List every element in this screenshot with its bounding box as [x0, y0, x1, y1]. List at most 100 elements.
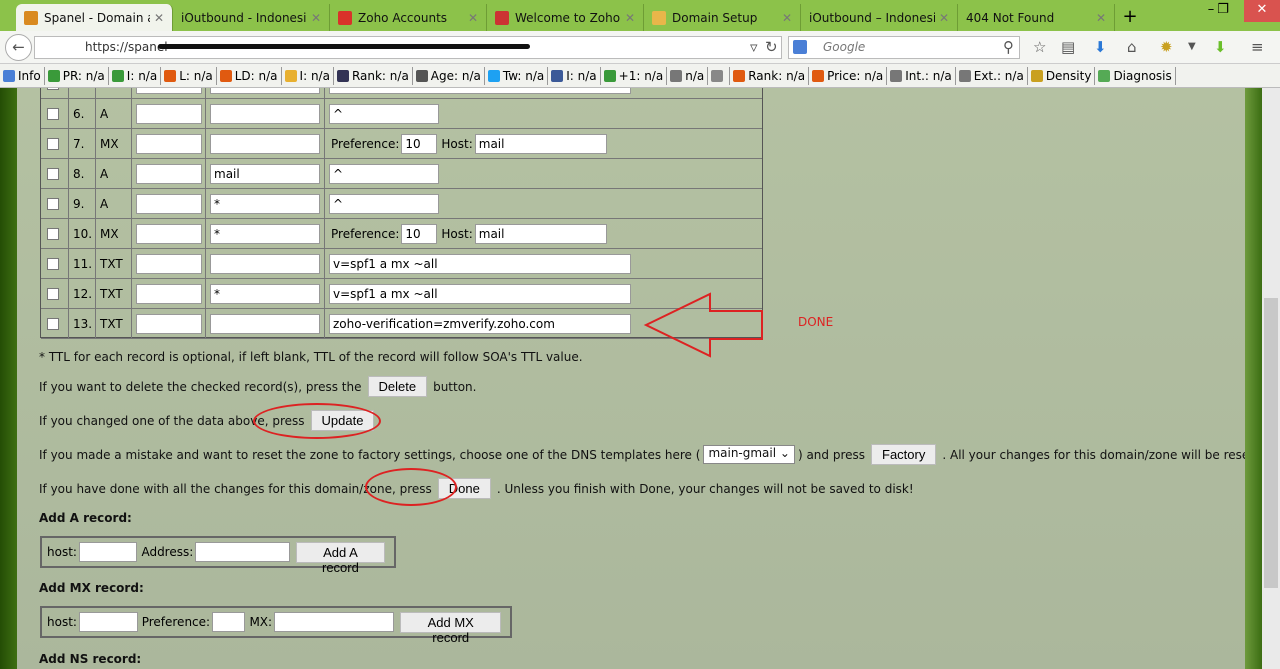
close-tab-icon[interactable]: ✕ — [625, 11, 635, 25]
tab[interactable]: Zoho Accounts ✕ — [330, 4, 487, 31]
seo-toolbar-item[interactable]: Ext.: n/a — [956, 66, 1028, 85]
ttl-input[interactable] — [136, 88, 202, 94]
seo-toolbar-item[interactable] — [708, 66, 731, 85]
record-checkbox[interactable] — [47, 288, 59, 300]
ttl-input[interactable] — [136, 224, 202, 244]
search-icon[interactable]: ⚲ — [1003, 38, 1014, 56]
value-input[interactable]: ^ — [329, 104, 439, 124]
record-checkbox[interactable] — [47, 88, 59, 90]
host-input[interactable]: * — [210, 284, 320, 304]
host-input[interactable] — [210, 314, 320, 334]
add-mx-record-button[interactable]: Add MX record — [400, 611, 501, 645]
a-address-input[interactable] — [195, 542, 290, 562]
home-icon[interactable]: ⌂ — [1127, 38, 1137, 56]
seo-toolbar-item[interactable]: I: n/a — [109, 66, 162, 85]
seo-toolbar-item[interactable]: Rank: n/a — [730, 66, 810, 85]
search-input[interactable]: Google — [788, 36, 1020, 59]
record-checkbox[interactable] — [47, 138, 59, 150]
template-select[interactable]: main-gmail ⌄ — [703, 445, 795, 464]
host-input[interactable]: * — [210, 194, 320, 214]
back-button[interactable]: ← — [5, 34, 32, 61]
ttl-input[interactable] — [136, 104, 202, 124]
seo-toolbar-item[interactable]: Density — [1028, 66, 1096, 85]
value-input[interactable]: v=spf1 a mx ~all — [329, 254, 631, 274]
seo-toolbar-item[interactable]: Age: n/a — [413, 66, 485, 85]
close-tab-icon[interactable]: ✕ — [1096, 11, 1106, 25]
seo-toolbar-item[interactable]: Tw: n/a — [485, 66, 549, 85]
tab[interactable]: Spanel - Domain a... ✕ — [16, 4, 173, 31]
ttl-input[interactable] — [136, 134, 202, 154]
scrollbar[interactable] — [1262, 88, 1280, 669]
factory-button[interactable]: Factory — [871, 444, 937, 465]
seo-item-label: Rank: n/a — [748, 68, 806, 83]
a-host-input[interactable] — [78, 542, 138, 562]
seo-toolbar-item[interactable]: L: n/a — [161, 66, 217, 85]
close-tab-icon[interactable]: ✕ — [782, 11, 792, 25]
tab[interactable]: iOutbound – Indonesia... ✕ — [801, 4, 958, 31]
record-checkbox[interactable] — [47, 318, 59, 330]
record-checkbox[interactable] — [47, 108, 59, 120]
mx-pref-input[interactable] — [212, 612, 246, 632]
new-tab-button[interactable]: + — [1115, 4, 1145, 31]
host-input[interactable] — [210, 134, 320, 154]
mx-host-input[interactable]: mail — [474, 134, 607, 154]
host-input[interactable] — [210, 254, 320, 274]
delete-button[interactable]: Delete — [367, 376, 428, 397]
preference-input[interactable]: 10 — [401, 134, 438, 154]
seo-toolbar-item[interactable]: Price: n/a — [809, 66, 888, 85]
bookmark-star-icon[interactable]: ☆ — [1033, 38, 1046, 56]
reload-icon[interactable]: ↻ — [765, 38, 778, 56]
restore-button[interactable]: ❐ — [1206, 0, 1240, 22]
ttl-input[interactable] — [136, 164, 202, 184]
addon-download-icon[interactable]: ⬇ — [1214, 38, 1227, 56]
ttl-input[interactable] — [136, 284, 202, 304]
gear-icon[interactable]: ✹ — [1160, 38, 1173, 56]
seo-toolbar-item[interactable]: +1: n/a — [601, 66, 668, 85]
seo-toolbar-item[interactable]: I: n/a — [548, 66, 601, 85]
chevron-down-icon[interactable]: ▼ — [1188, 41, 1196, 52]
close-tab-icon[interactable]: ✕ — [311, 11, 321, 25]
mx-host-input[interactable] — [78, 612, 138, 632]
dropdown-icon[interactable]: ▿ — [750, 38, 758, 56]
mx-host-input[interactable]: mail — [474, 224, 607, 244]
value-input[interactable]: zoho-verification=zmverify.zoho.com — [329, 314, 631, 334]
host-input[interactable] — [210, 88, 320, 94]
close-window-button[interactable]: ✕ — [1244, 0, 1280, 22]
record-checkbox[interactable] — [47, 228, 59, 240]
host-input[interactable] — [210, 104, 320, 124]
download-icon[interactable]: ⬇ — [1094, 38, 1107, 56]
scrollbar-thumb[interactable] — [1264, 298, 1278, 588]
record-checkbox[interactable] — [47, 258, 59, 270]
value-input[interactable]: ^ — [329, 194, 439, 214]
preference-input[interactable]: 10 — [401, 224, 438, 244]
value-input[interactable]: ^ — [329, 164, 439, 184]
seo-toolbar-item[interactable]: Int.: n/a — [887, 66, 956, 85]
menu-icon[interactable]: ≡ — [1251, 38, 1264, 56]
mx-input[interactable] — [274, 612, 395, 632]
tab[interactable]: Welcome to Zoho!... ✕ — [487, 4, 644, 31]
host-input[interactable]: * — [210, 224, 320, 244]
seo-toolbar-item[interactable]: PR: n/a — [45, 66, 109, 85]
close-tab-icon[interactable]: ✕ — [154, 11, 164, 25]
seo-toolbar-item[interactable]: I: n/a — [282, 66, 334, 85]
host-input[interactable]: mail — [210, 164, 320, 184]
seo-toolbar-item[interactable]: n/a — [667, 66, 709, 85]
seo-toolbar-item[interactable]: LD: n/a — [217, 66, 282, 85]
value-input[interactable]: v=spf1 a mx ~all — [329, 284, 631, 304]
close-tab-icon[interactable]: ✕ — [939, 11, 949, 25]
reading-list-icon[interactable]: ▤ — [1061, 38, 1075, 56]
ttl-input[interactable] — [136, 314, 202, 334]
tab[interactable]: 404 Not Found ✕ — [958, 4, 1115, 31]
close-tab-icon[interactable]: ✕ — [468, 11, 478, 25]
tab[interactable]: iOutbound - Indonesia... ✕ — [173, 4, 330, 31]
seo-toolbar-item[interactable]: Info — [0, 66, 45, 85]
ttl-input[interactable] — [136, 194, 202, 214]
tab[interactable]: Domain Setup ✕ — [644, 4, 801, 31]
record-checkbox[interactable] — [47, 168, 59, 180]
ttl-input[interactable] — [136, 254, 202, 274]
value-input[interactable] — [329, 88, 631, 94]
seo-toolbar-item[interactable]: Diagnosis — [1095, 66, 1176, 85]
seo-toolbar-item[interactable]: Rank: n/a — [334, 66, 413, 85]
add-a-record-button[interactable]: Add A record — [295, 541, 385, 575]
record-checkbox[interactable] — [47, 198, 59, 210]
